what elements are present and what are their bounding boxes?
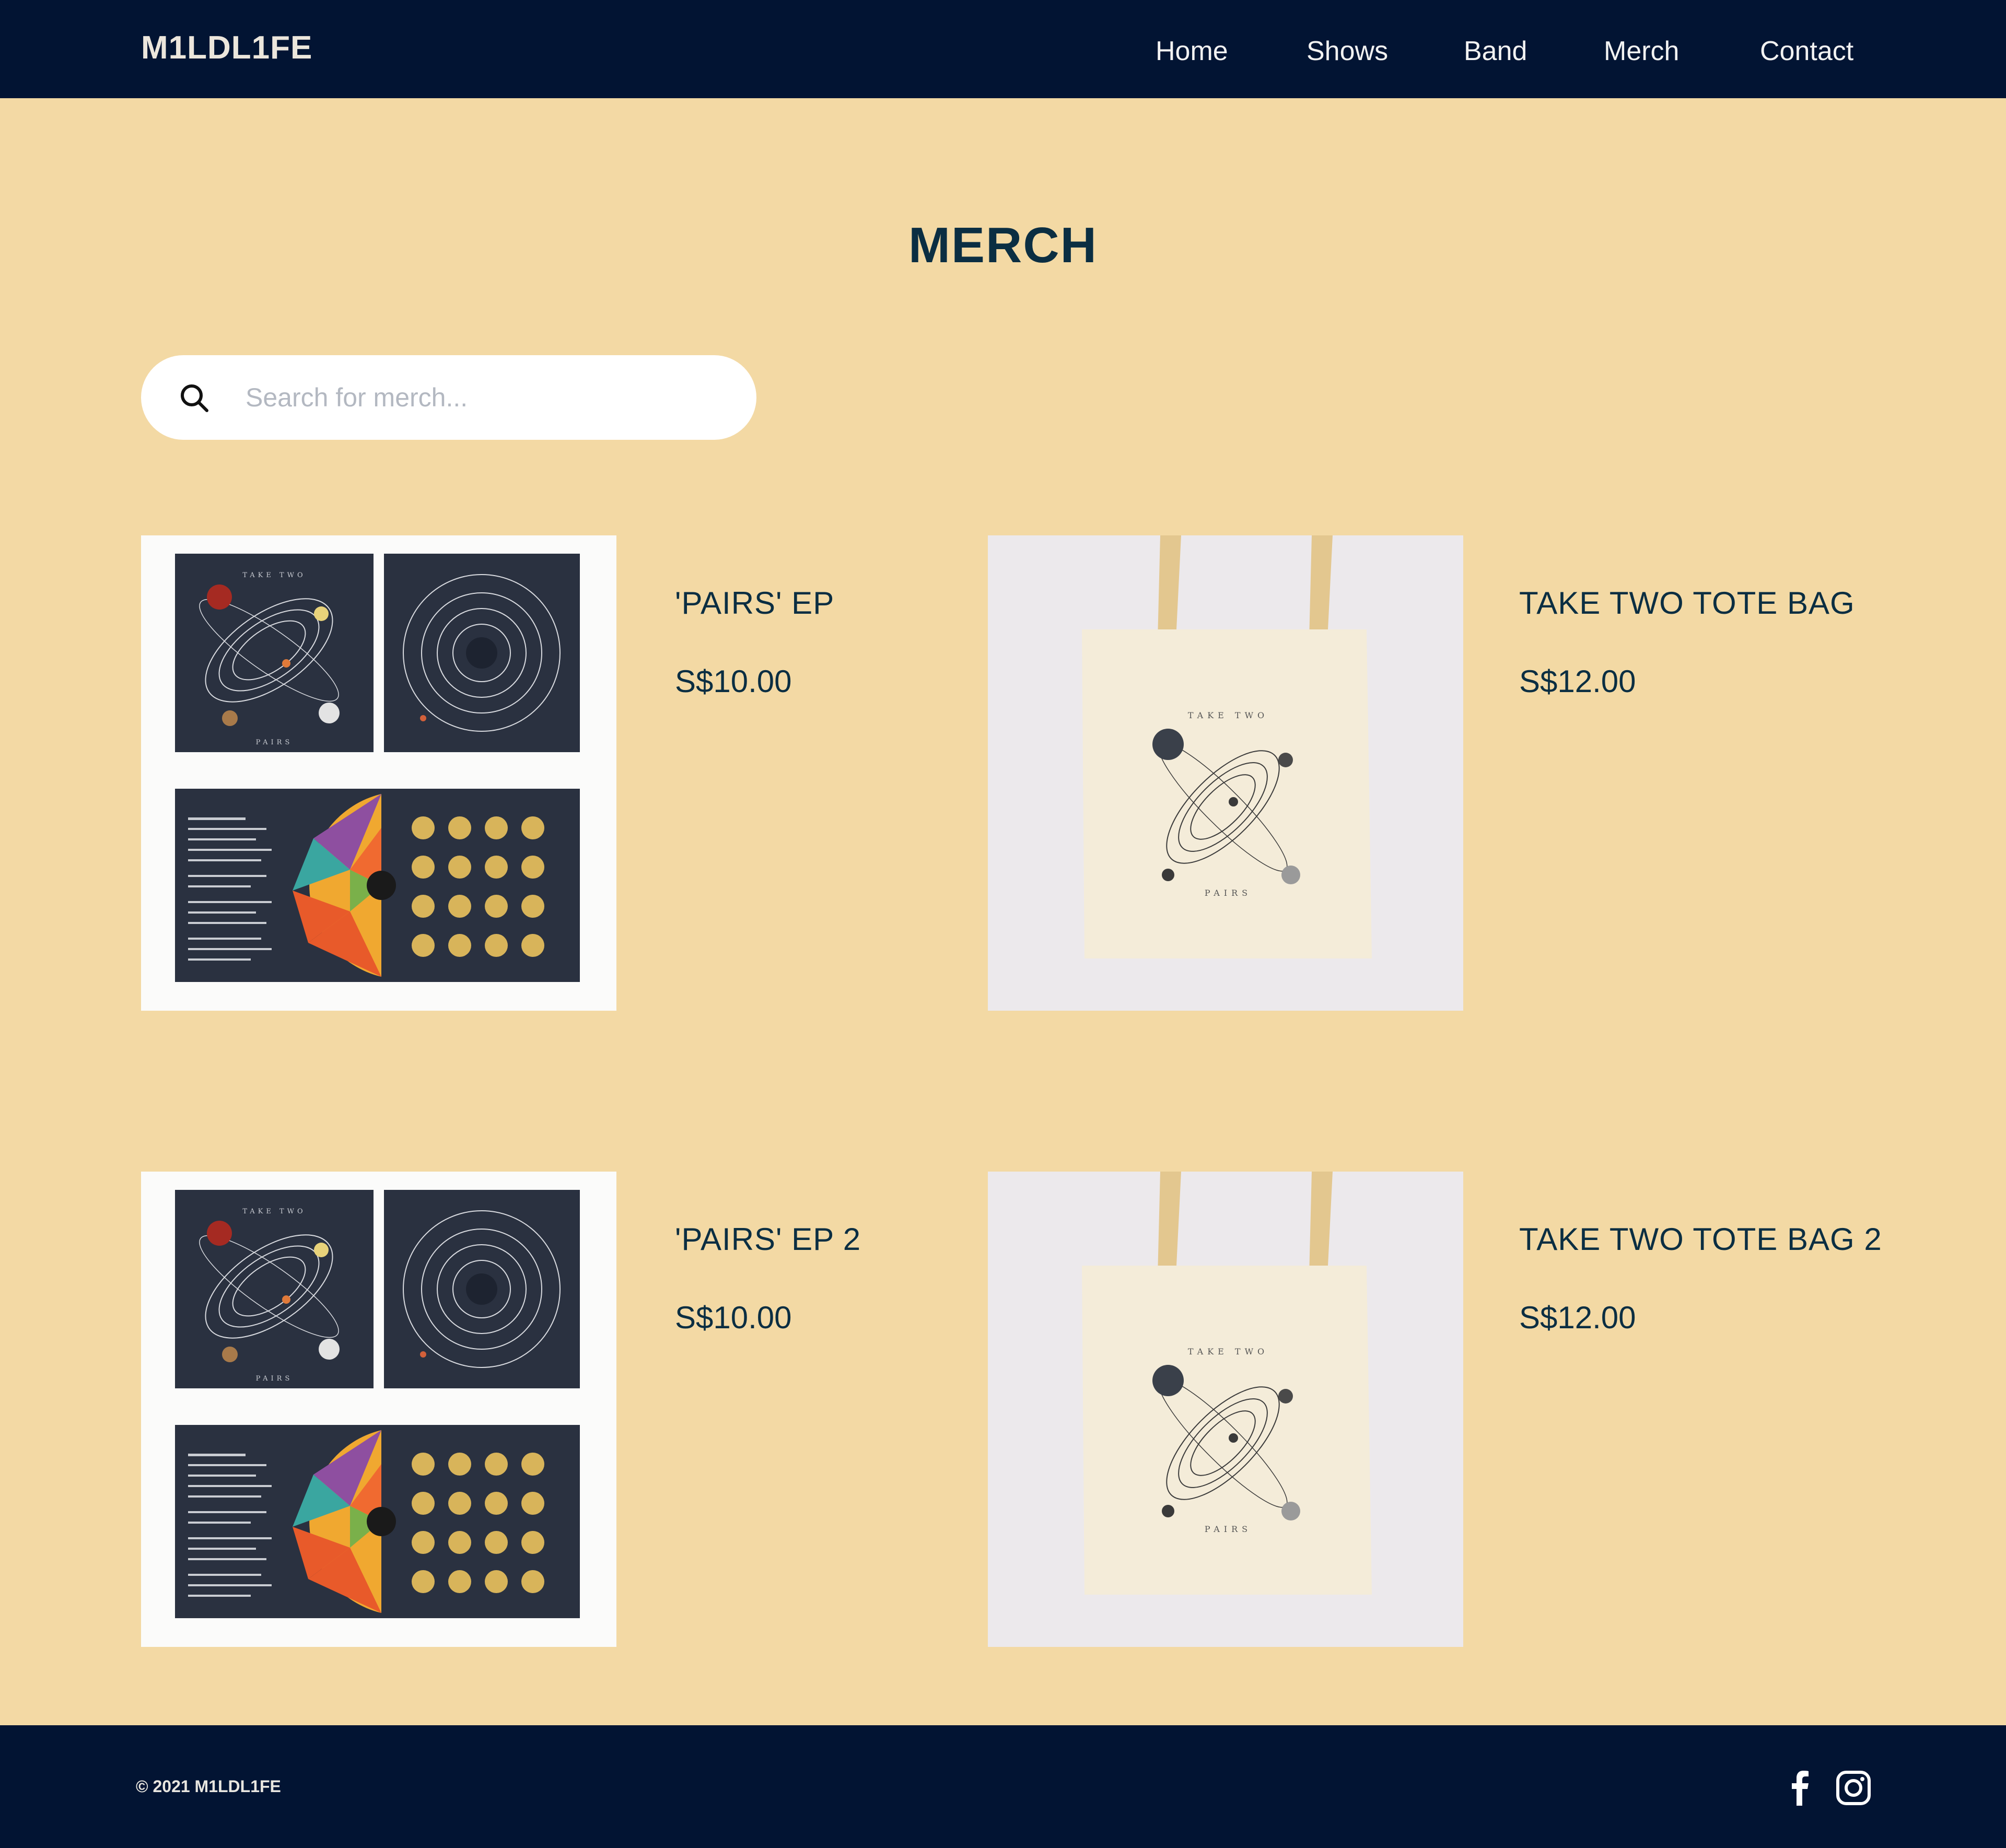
product-card[interactable]: TAKE TWO TOTE BAG S$12.00	[988, 535, 1954, 1011]
product-name[interactable]: TAKE TWO TOTE BAG	[1519, 585, 1855, 621]
main-nav: Home Shows Band Merch Contact	[0, 36, 2006, 67]
nav-merch-link[interactable]: Merch	[1604, 36, 1679, 67]
product-price: S$12.00	[1519, 1300, 1636, 1335]
search-bar[interactable]	[141, 355, 756, 440]
search-icon[interactable]	[179, 382, 210, 414]
product-price: S$10.00	[675, 664, 792, 699]
navbar: M1LDL1FE Home Shows Band Merch Contact	[0, 0, 2006, 98]
product-name[interactable]: 'PAIRS' EP	[675, 585, 834, 621]
nav-home-link[interactable]: Home	[1156, 36, 1228, 67]
product-image-pairs-ep[interactable]	[141, 535, 616, 1011]
nav-band-link[interactable]: Band	[1464, 36, 1527, 67]
instagram-icon[interactable]	[1834, 1768, 1873, 1808]
facebook-icon[interactable]	[1780, 1768, 1820, 1808]
nav-shows-link[interactable]: Shows	[1307, 36, 1388, 67]
product-card[interactable]: 'PAIRS' EP 2 S$10.00	[141, 1172, 966, 1647]
product-card[interactable]: TAKE TWO TOTE BAG 2 S$12.00	[988, 1172, 1970, 1647]
product-image-tote-bag[interactable]	[988, 535, 1463, 1011]
product-name[interactable]: 'PAIRS' EP 2	[675, 1221, 861, 1257]
page-title: MERCH	[908, 217, 1098, 273]
product-image-pairs-ep[interactable]	[141, 1172, 616, 1647]
footer: © 2021 M1LDL1FE	[0, 1725, 2006, 1848]
nav-contact-link[interactable]: Contact	[1760, 36, 1853, 67]
product-price: S$12.00	[1519, 664, 1636, 699]
product-name[interactable]: TAKE TWO TOTE BAG 2	[1519, 1221, 1882, 1257]
product-card[interactable]: 'PAIRS' EP S$10.00	[141, 535, 966, 1011]
search-input[interactable]	[246, 376, 716, 419]
copyright-text: © 2021 M1LDL1FE	[136, 1777, 281, 1796]
product-image-tote-bag[interactable]	[988, 1172, 1463, 1647]
product-price: S$10.00	[675, 1300, 792, 1335]
